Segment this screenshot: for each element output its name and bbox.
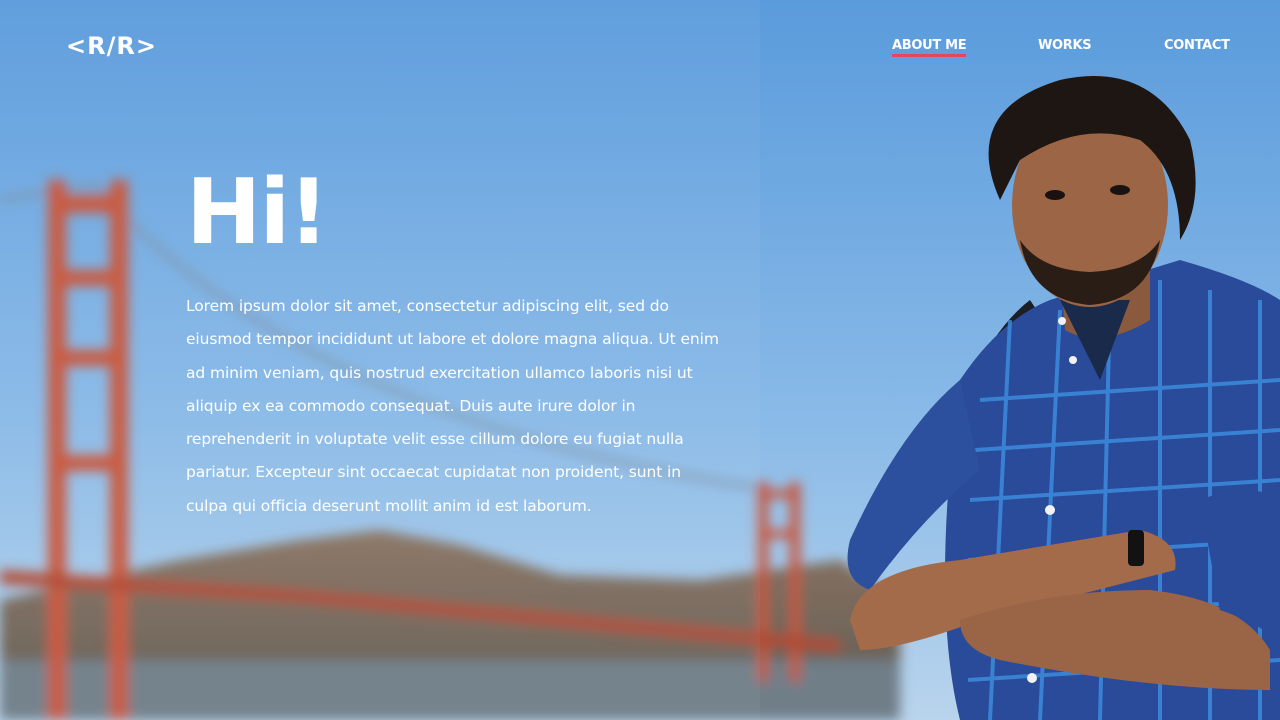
nav-item-about-me[interactable]: ABOUT ME	[892, 38, 967, 57]
hero-body-text: Lorem ipsum dolor sit amet, consectetur …	[186, 297, 719, 515]
main-nav: ABOUT ME WORKS CONTACT	[888, 38, 1230, 58]
nav-item-works[interactable]: WORKS	[1038, 38, 1092, 53]
logo-text: <R/R>	[66, 32, 157, 60]
site-logo[interactable]: <R/R>	[66, 32, 157, 60]
hero-title: Hi!	[186, 160, 329, 265]
nav-item-contact[interactable]: CONTACT	[1164, 38, 1230, 53]
